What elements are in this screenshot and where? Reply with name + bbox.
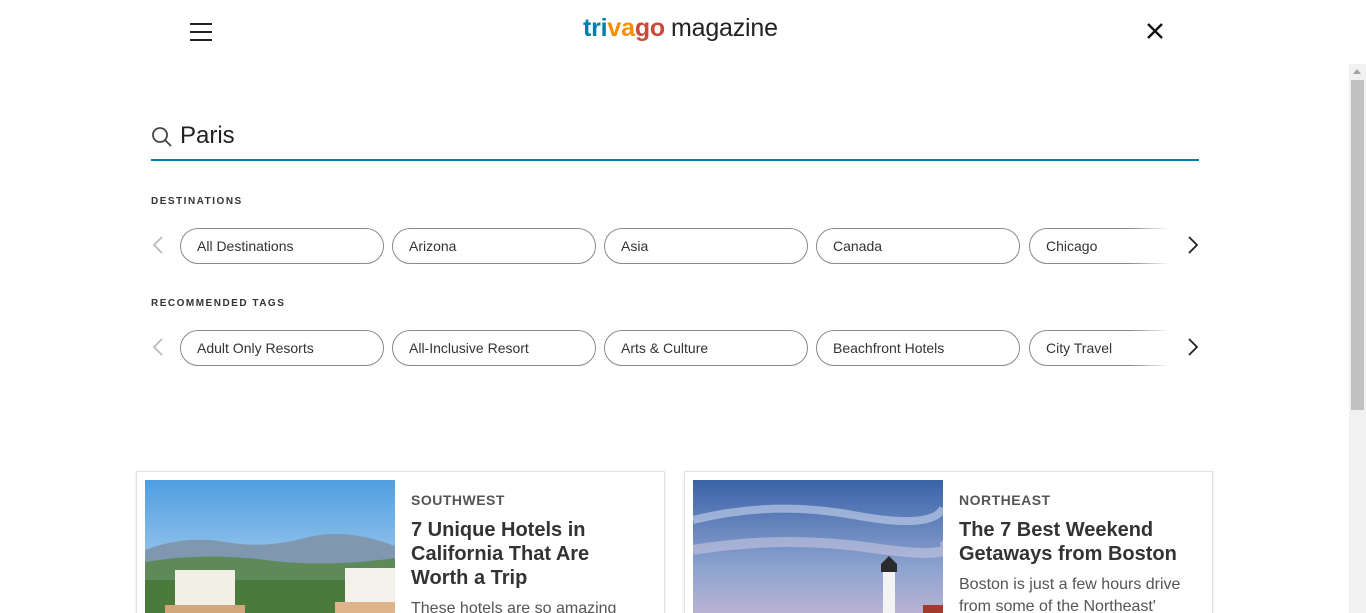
article-thumbnail-image [145,480,395,613]
scrollbar-thumb[interactable] [1351,80,1364,410]
article-category: NORTHEAST [959,492,1051,508]
trivago-magazine-logo[interactable]: trivago magazine [583,14,778,43]
chevron-left-icon[interactable] [151,235,165,255]
destination-chip[interactable]: Asia [604,228,808,264]
page-scrollbar[interactable] [1349,64,1366,613]
search-bar [151,118,1199,161]
menu-button[interactable] [188,20,214,44]
tag-chip[interactable]: City Travel [1029,330,1170,366]
article-title[interactable]: 7 Unique Hotels in California That Are W… [411,518,651,590]
search-icon [152,127,172,147]
article-thumbnail-image [693,480,943,613]
destination-chip[interactable]: Canada [816,228,1020,264]
tags-carousel: Adult Only Resorts All-Inclusive Resort … [151,329,1201,367]
recommended-tags-heading: RECOMMENDED TAGS [151,298,286,309]
tags-chip-list: Adult Only Resorts All-Inclusive Resort … [180,329,1170,367]
chevron-left-icon[interactable] [151,337,165,357]
chevron-right-icon[interactable] [1186,337,1200,357]
scroll-up-arrow-icon[interactable] [1353,69,1361,74]
article-excerpt: Boston is just a few hours drive from so… [959,576,1181,613]
article-card[interactable]: SOUTHWEST 7 Unique Hotels in California … [136,471,665,613]
close-button[interactable] [1144,20,1166,42]
article-title[interactable]: The 7 Best Weekend Getaways from Boston [959,518,1199,566]
article-excerpt: These hotels are so amazing [411,600,617,613]
article-card[interactable]: NORTHEAST The 7 Best Weekend Getaways fr… [684,471,1213,613]
destinations-chip-list: All Destinations Arizona Asia Canada Chi… [180,227,1170,265]
destinations-carousel: All Destinations Arizona Asia Canada Chi… [151,227,1201,265]
destinations-heading: DESTINATIONS [151,196,243,207]
tag-chip[interactable]: Beachfront Hotels [816,330,1020,366]
search-input[interactable] [180,118,1080,154]
close-icon [1147,23,1163,39]
tag-chip[interactable]: All-Inclusive Resort [392,330,596,366]
chevron-right-icon[interactable] [1186,235,1200,255]
destination-chip[interactable]: Chicago [1029,228,1170,264]
destination-chip[interactable]: All Destinations [180,228,384,264]
tag-chip[interactable]: Arts & Culture [604,330,808,366]
destination-chip[interactable]: Arizona [392,228,596,264]
tag-chip[interactable]: Adult Only Resorts [180,330,384,366]
article-category: SOUTHWEST [411,492,505,508]
hamburger-menu-icon [190,23,212,25]
